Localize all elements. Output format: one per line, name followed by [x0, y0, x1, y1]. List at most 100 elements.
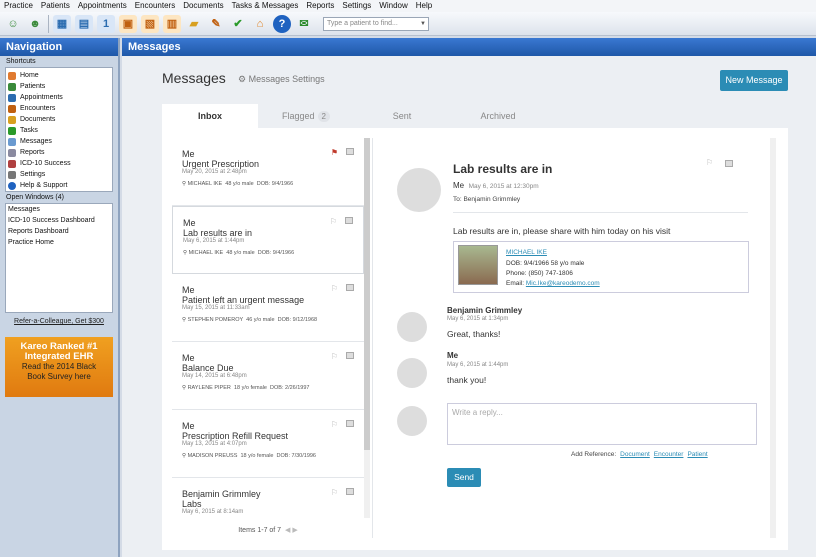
tab-inbox[interactable]: Inbox	[162, 104, 258, 128]
message-list-item[interactable]: Me Lab results are in May 6, 2015 at 1:4…	[172, 206, 364, 274]
menu-encounters[interactable]: Encounters	[131, 0, 179, 12]
archive-icon[interactable]	[345, 217, 353, 224]
message-list-scrollbar[interactable]	[364, 138, 370, 518]
flag-icon[interactable]: ⚐	[331, 352, 338, 361]
message-subject: Balance Due	[182, 363, 234, 373]
open-window-item[interactable]: Messages	[8, 206, 110, 217]
navigation-pane: Navigation Shortcuts Home Patients Appoi…	[0, 38, 120, 557]
shortcut-reports[interactable]: Reports	[8, 147, 110, 158]
message-list-item[interactable]: Me Prescription Refill Request May 13, 2…	[172, 410, 364, 478]
flag-icon[interactable]: ⚐	[331, 488, 338, 497]
open-window-item[interactable]: ICD-10 Success Dashboard	[8, 217, 110, 228]
message-patient-info: ⚲ MADISON PREUSS 18 y/o female DOB: 7/30…	[182, 453, 354, 459]
tab-flagged[interactable]: Flagged 2	[258, 104, 354, 128]
reference-encounter-link[interactable]: Encounter	[654, 451, 684, 458]
schedule-icon[interactable]: ▤	[75, 14, 93, 33]
help-icon	[8, 181, 16, 190]
message-subject: Labs	[182, 499, 202, 509]
menu-tasks-messages[interactable]: Tasks & Messages	[228, 0, 303, 12]
shortcut-patients[interactable]: Patients	[8, 81, 110, 92]
calendar-icon[interactable]: ▦	[53, 14, 71, 33]
patient-dob: DOB: 7/30/1996	[276, 453, 316, 459]
menu-window[interactable]: Window	[375, 0, 411, 12]
document-icon[interactable]: ▧	[141, 14, 159, 33]
add-patient-icon[interactable]: ☻	[26, 15, 44, 33]
menu-settings[interactable]: Settings	[338, 0, 375, 12]
reference-document-link[interactable]: Document	[620, 451, 650, 458]
shortcut-documents[interactable]: Documents	[8, 114, 110, 125]
archive-icon[interactable]	[346, 352, 354, 359]
menu-bar: Practice Patients Appointments Encounter…	[0, 0, 816, 12]
flag-icon[interactable]: ⚐	[331, 284, 338, 293]
detail-scrollbar[interactable]	[770, 138, 776, 538]
scrollbar-thumb[interactable]	[364, 138, 370, 450]
checkmark-icon[interactable]: ✔	[229, 15, 247, 33]
day-icon[interactable]: 1	[97, 14, 115, 33]
refer-colleague-link[interactable]: Refer-a-Colleague, Get $300	[0, 318, 118, 325]
shortcut-settings[interactable]: Settings	[8, 169, 110, 180]
shortcut-tasks[interactable]: Tasks	[8, 125, 110, 136]
flag-icon[interactable]: ⚐	[331, 420, 338, 429]
reference-patient-link[interactable]: Patient	[687, 451, 707, 458]
open-window-item[interactable]: Reports Dashboard	[8, 228, 110, 239]
menu-help[interactable]: Help	[412, 0, 436, 12]
encounter-icon[interactable]: ▣	[119, 14, 137, 33]
shortcut-appointments[interactable]: Appointments	[8, 92, 110, 103]
send-button[interactable]: Send	[447, 468, 481, 487]
message-list-item[interactable]: Me Patient left an urgent message May 15…	[172, 274, 364, 342]
message-list-item[interactable]: Me Urgent Prescription May 20, 2015 at 2…	[172, 138, 364, 206]
avatar	[397, 358, 427, 388]
edit-icon[interactable]: ✎	[207, 15, 225, 33]
ad-line: Book Survey here	[27, 372, 91, 381]
patient-search-input[interactable]: Type a patient to find... ▼	[323, 16, 429, 31]
new-message-button[interactable]: New Message	[720, 70, 788, 91]
archive-icon[interactable]	[725, 160, 733, 167]
prev-page-icon[interactable]: ◀	[285, 527, 290, 534]
shortcut-messages[interactable]: Messages	[8, 136, 110, 147]
next-page-icon[interactable]: ▶	[292, 527, 297, 534]
icd10-icon	[8, 159, 16, 168]
shortcut-label: Tasks	[20, 127, 38, 134]
shortcut-label: Settings	[20, 171, 46, 178]
open-window-item[interactable]: Practice Home	[8, 239, 110, 250]
flag-icon[interactable]: ⚐	[330, 217, 337, 226]
home-icon	[8, 71, 16, 80]
message-list-item[interactable]: Me Balance Due May 14, 2015 at 6:48pm ⚲ …	[172, 342, 364, 410]
archive-icon[interactable]	[346, 148, 354, 155]
reply-input[interactable]: Write a reply...	[447, 403, 757, 445]
report-icon[interactable]: ▥	[163, 14, 181, 33]
messages-settings-link[interactable]: ⚙ Messages Settings	[238, 74, 325, 85]
shortcut-icd10[interactable]: ICD-10 Success	[8, 158, 110, 169]
menu-appointments[interactable]: Appointments	[74, 0, 131, 12]
shortcut-label: Appointments	[20, 94, 63, 101]
patient-link[interactable]: MICHAEL IKE	[506, 249, 547, 256]
dropdown-arrow-icon[interactable]: ▼	[420, 18, 426, 30]
shortcut-help[interactable]: Help & Support	[8, 180, 110, 191]
home-icon[interactable]: ⌂	[251, 15, 269, 33]
shortcut-label: ICD-10 Success	[20, 160, 71, 167]
menu-patients[interactable]: Patients	[37, 0, 74, 12]
shortcut-label: Patients	[20, 83, 46, 90]
menu-reports[interactable]: Reports	[302, 0, 338, 12]
flag-icon[interactable]: ⚐	[706, 158, 713, 167]
tab-archived[interactable]: Archived	[450, 104, 546, 128]
message-patient-info: ⚲ STEPHEN POMEROY 46 y/o male DOB: 9/12/…	[182, 317, 354, 323]
archive-icon[interactable]	[346, 284, 354, 291]
archive-icon[interactable]	[346, 488, 354, 495]
menu-documents[interactable]: Documents	[179, 0, 227, 12]
ehr-ad-banner[interactable]: Kareo Ranked #1 Integrated EHR Read the …	[5, 337, 113, 397]
reply-sender: Benjamin Grimmley	[447, 306, 523, 315]
help-icon[interactable]: ?	[273, 14, 291, 33]
tab-sent[interactable]: Sent	[354, 104, 450, 128]
navigation-title: Navigation	[0, 38, 118, 56]
menu-practice[interactable]: Practice	[0, 0, 37, 12]
message-list-item[interactable]: Benjamin Grimmley Labs May 6, 2015 at 8:…	[172, 478, 364, 518]
folder-icon[interactable]: ▰	[185, 15, 203, 33]
flag-icon[interactable]: ⚑	[331, 148, 338, 157]
message-icon[interactable]: ✉	[295, 15, 313, 33]
archive-icon[interactable]	[346, 420, 354, 427]
email-link[interactable]: Mic.Ike@kareodemo.com	[526, 280, 600, 287]
shortcut-encounters[interactable]: Encounters	[8, 103, 110, 114]
shortcut-home[interactable]: Home	[8, 70, 110, 81]
patient-icon[interactable]: ☺	[4, 15, 22, 33]
